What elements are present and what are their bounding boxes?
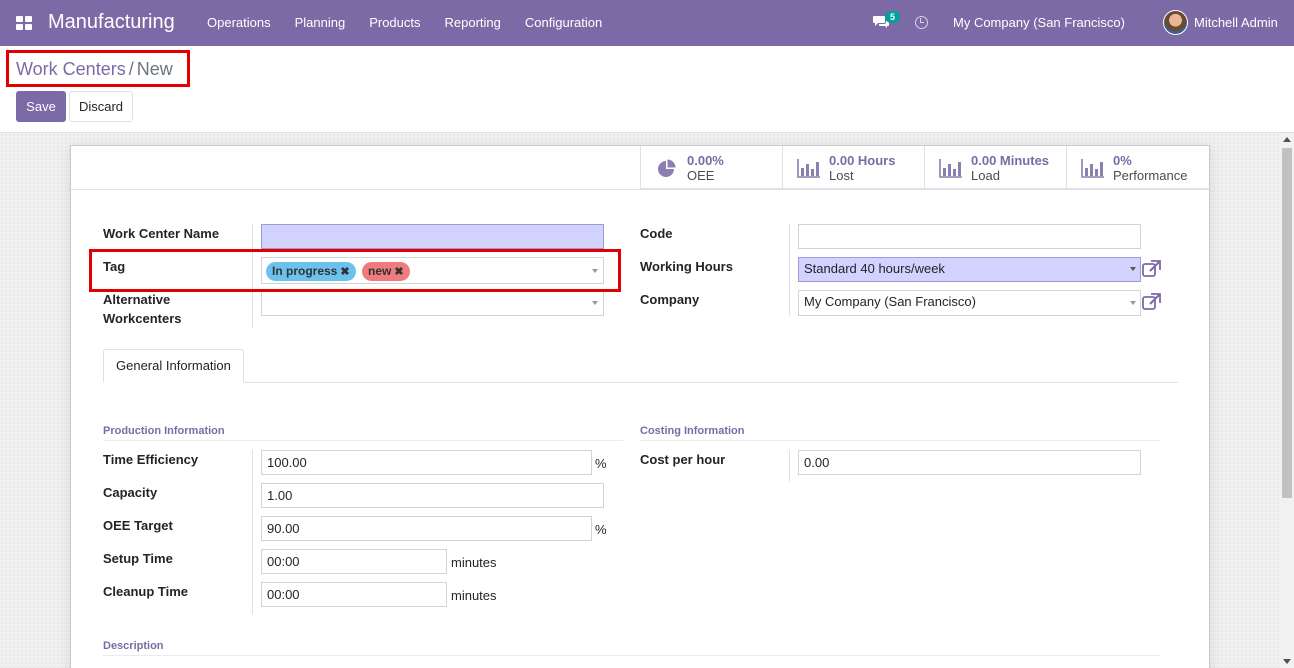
company-select[interactable]: My Company (San Francisco) <box>798 290 1141 316</box>
company-dropdown-icon[interactable] <box>1130 301 1136 305</box>
scroll-up-arrow-icon[interactable] <box>1283 137 1291 142</box>
stat-performance-label: Performance <box>1113 168 1188 183</box>
alternative-dropdown-icon[interactable] <box>592 301 598 305</box>
left-group-separator <box>252 224 253 328</box>
work-center-name-input[interactable] <box>261 224 604 249</box>
bar-chart-icon <box>939 159 962 178</box>
form-sheet: 0.00% OEE 0.00 Hours Lost 0.00 Minutes L… <box>70 145 1210 668</box>
setup-time-label: Setup Time <box>103 551 173 566</box>
stat-load-value: 0.00 Minutes <box>971 153 1050 168</box>
description-title-rule <box>103 655 1160 656</box>
external-link-icon[interactable] <box>1142 293 1161 310</box>
breadcrumb-separator: / <box>128 59 134 79</box>
discard-button[interactable]: Discard <box>69 91 133 122</box>
setup-time-unit: minutes <box>451 555 497 570</box>
code-label: Code <box>640 226 673 241</box>
breadcrumb-current: New <box>136 59 173 79</box>
tag-new: new ✖ <box>362 262 410 281</box>
tag-input[interactable]: In progress ✖ new ✖ <box>261 257 604 284</box>
pie-chart-icon <box>658 159 676 177</box>
menu-reporting[interactable]: Reporting <box>433 0 513 46</box>
stat-button-box: 0.00% OEE 0.00 Hours Lost 0.00 Minutes L… <box>640 146 1210 189</box>
stat-performance-value: 0% <box>1113 153 1132 168</box>
vertical-scrollbar[interactable] <box>1280 133 1294 668</box>
menu-products[interactable]: Products <box>357 0 432 46</box>
working-hours-label: Working Hours <box>640 259 733 274</box>
external-link-icon[interactable] <box>1142 260 1161 277</box>
chat-count-badge: 5 <box>885 11 901 23</box>
remove-tag-icon[interactable]: ✖ <box>340 266 349 278</box>
production-title-rule <box>103 440 623 441</box>
tag-dropdown-icon[interactable] <box>592 269 598 273</box>
menu-configuration[interactable]: Configuration <box>513 0 614 46</box>
apps-menu-icon[interactable] <box>16 16 32 30</box>
time-efficiency-label: Time Efficiency <box>103 452 199 467</box>
description-title: Description <box>103 640 164 652</box>
stat-oee-label: OEE <box>687 168 715 183</box>
tab-general-information[interactable]: General Information <box>103 349 244 383</box>
main-menu: Operations Planning Products Reporting C… <box>195 0 614 46</box>
working-hours-value: Standard 40 hours/week <box>804 261 945 276</box>
costing-separator <box>789 450 790 482</box>
stat-lost-label: Lost <box>829 168 854 183</box>
cost-per-hour-input[interactable] <box>798 450 1141 475</box>
time-efficiency-input[interactable] <box>261 450 592 475</box>
bar-chart-icon <box>797 159 820 178</box>
working-hours-dropdown-icon[interactable] <box>1130 267 1136 271</box>
work-center-name-label: Work Center Name <box>103 226 220 241</box>
control-panel: Work Centers / New Save Discard <box>0 46 1294 133</box>
right-group-separator <box>789 224 790 316</box>
production-information-title: Production Information <box>103 425 225 437</box>
breadcrumb: Work Centers / New <box>16 59 173 80</box>
user-avatar[interactable] <box>1163 10 1188 35</box>
capacity-label: Capacity <box>103 485 158 500</box>
stat-button-load[interactable]: 0.00 Minutes Load <box>924 146 1066 189</box>
save-button[interactable]: Save <box>16 91 66 122</box>
company-value: My Company (San Francisco) <box>804 294 976 309</box>
remove-tag-icon[interactable]: ✖ <box>394 266 403 278</box>
menu-operations[interactable]: Operations <box>195 0 283 46</box>
tag-label: Tag <box>103 259 126 274</box>
sheet-divider <box>71 189 1209 190</box>
working-hours-select[interactable]: Standard 40 hours/week <box>798 257 1141 282</box>
stat-oee-value: 0.00% <box>687 153 724 168</box>
alternative-workcenters-input[interactable] <box>261 290 604 316</box>
stat-load-label: Load <box>971 168 1000 183</box>
stat-button-oee[interactable]: 0.00% OEE <box>640 146 782 189</box>
cleanup-time-label: Cleanup Time <box>103 584 189 599</box>
scroll-down-arrow-icon[interactable] <box>1283 659 1291 664</box>
cleanup-time-input[interactable] <box>261 582 447 607</box>
code-input[interactable] <box>798 224 1141 249</box>
menu-planning[interactable]: Planning <box>283 0 358 46</box>
capacity-input[interactable] <box>261 483 604 508</box>
company-label: Company <box>640 292 700 307</box>
stat-button-performance[interactable]: 0% Performance <box>1066 146 1208 189</box>
top-navbar: Manufacturing Operations Planning Produc… <box>0 0 1294 46</box>
tag-new-label: new <box>368 264 392 278</box>
user-menu[interactable]: Mitchell Admin <box>1194 15 1278 30</box>
costing-information-title: Costing Information <box>640 425 745 437</box>
oee-target-input[interactable] <box>261 516 592 541</box>
bar-chart-icon <box>1081 159 1104 178</box>
oee-target-unit: % <box>595 522 607 537</box>
costing-title-rule <box>640 440 1160 441</box>
stat-lost-value: 0.00 Hours <box>829 153 896 168</box>
form-view: 0.00% OEE 0.00 Hours Lost 0.00 Minutes L… <box>0 133 1280 668</box>
tag-in-progress: In progress ✖ <box>266 262 356 281</box>
stat-button-lost[interactable]: 0.00 Hours Lost <box>782 146 924 189</box>
activity-clock-icon[interactable] <box>915 16 928 29</box>
oee-target-label: OEE Target <box>103 518 173 533</box>
breadcrumb-parent[interactable]: Work Centers <box>16 59 126 79</box>
alternative-workcenters-label: Alternative Workcenters <box>103 292 182 326</box>
cost-per-hour-label: Cost per hour <box>640 452 726 467</box>
time-efficiency-unit: % <box>595 456 607 471</box>
cleanup-time-unit: minutes <box>451 588 497 603</box>
setup-time-input[interactable] <box>261 549 447 574</box>
tag-in-progress-label: In progress <box>272 264 338 278</box>
app-name[interactable]: Manufacturing <box>48 11 175 34</box>
scroll-thumb[interactable] <box>1282 148 1292 498</box>
production-separator <box>252 450 253 614</box>
tab-bar <box>103 382 1178 383</box>
company-switcher[interactable]: My Company (San Francisco) <box>953 15 1125 30</box>
